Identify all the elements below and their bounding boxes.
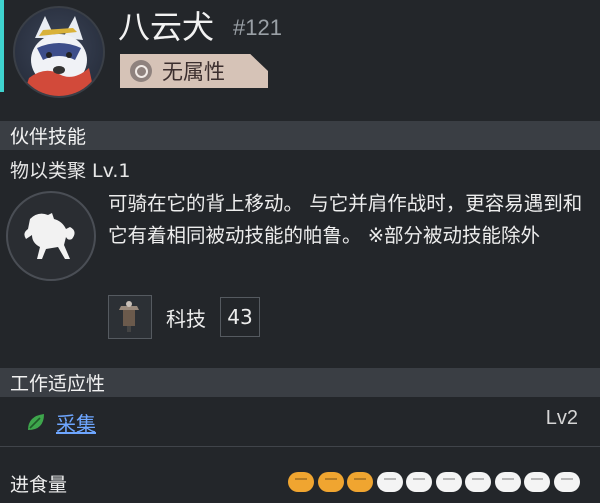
horse-icon (24, 213, 75, 259)
bread-icon (317, 472, 344, 492)
element-label: 无属性 (162, 60, 225, 84)
food-label: 进食量 (10, 474, 68, 496)
work-item-gathering[interactable]: 采集 Lv2 (0, 397, 600, 445)
bread-icon (376, 472, 403, 492)
work-label[interactable]: 采集 (56, 408, 96, 437)
skill-description: 可骑在它的背上移动。 与它并肩作战时，更容易遇到和它有着相同被动技能的帕鲁。 ※… (108, 192, 583, 247)
work-suitability-header: 工作适应性 (0, 368, 600, 397)
divider (0, 446, 600, 447)
element-tag[interactable]: 无属性 (120, 54, 268, 88)
skill-icon-frame (6, 191, 96, 281)
food-gauge (288, 472, 600, 498)
partner-skill-header: 伙伴技能 (0, 121, 600, 150)
bread-icon (494, 472, 521, 492)
wolf-portrait-icon (23, 16, 95, 96)
neutral-element-icon (130, 60, 152, 82)
bread-icon (524, 472, 550, 492)
pal-name: 八云犬 (118, 8, 215, 46)
leaf-icon (28, 414, 44, 430)
accent-bar (0, 0, 4, 92)
bread-icon (435, 472, 462, 492)
tech-value: 43 (220, 297, 260, 337)
bread-icon (288, 472, 314, 492)
skill-name: 物以类聚 Lv.1 (10, 160, 131, 182)
work-level: Lv2 (545, 407, 578, 429)
bread-icon (553, 472, 580, 492)
bread-icon (347, 472, 373, 492)
pal-number: #121 (233, 15, 282, 40)
tech-label: 科技 (166, 307, 206, 331)
bread-icon (465, 472, 491, 492)
bread-icon (406, 472, 432, 492)
pal-avatar (13, 6, 105, 98)
tech-item-icon[interactable] (108, 295, 152, 339)
